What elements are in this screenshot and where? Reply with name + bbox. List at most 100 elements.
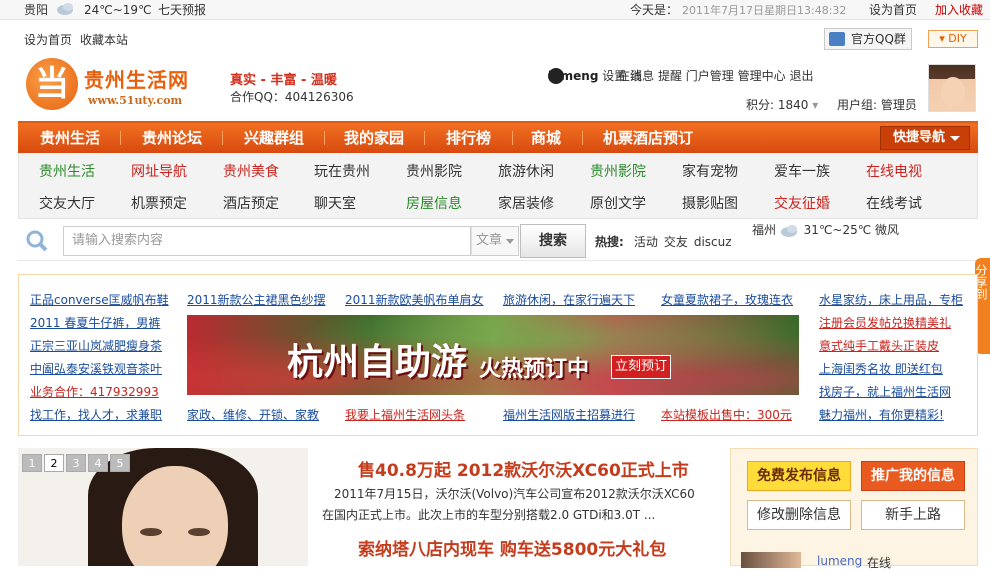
ad-link[interactable]: 女童夏款裙子，玫瑰连衣 <box>661 291 793 308</box>
hot-item[interactable]: 交友 <box>664 235 688 249</box>
slider-page-button[interactable]: 2 <box>44 454 64 472</box>
portal-admin-link[interactable]: 门户管理 <box>686 69 734 83</box>
news-headline[interactable]: 售40.8万起 2012款沃尔沃XC60正式上市 <box>358 456 689 481</box>
subnav-item[interactable]: 贵州影院 <box>406 161 462 181</box>
slider-page-button[interactable]: 1 <box>22 454 42 472</box>
action-panel: 免费发布信息 推广我的信息 修改删除信息 新手上路 lumeng 在线 <box>730 448 978 570</box>
subnav-item[interactable]: 机票预定 <box>131 193 187 213</box>
ad-link[interactable]: 正品converse匡威帆布鞋 <box>30 291 169 308</box>
user-group-link[interactable]: 用户组: 管理员 <box>837 96 917 113</box>
site-logo[interactable]: 当 贵州生活网 www.51uty.com <box>24 54 218 114</box>
slider-pager: 12345 <box>22 454 132 472</box>
logout-link[interactable]: 退出 <box>789 69 813 83</box>
quick-nav-label: 快捷导航 <box>893 130 946 145</box>
ad-link[interactable]: 我要上福州生活网头条 <box>345 406 465 423</box>
ad-link[interactable]: 旅游休闲，在家行遍天下 <box>503 291 635 308</box>
newbie-guide-button[interactable]: 新手上路 <box>861 500 965 530</box>
chevron-down-icon <box>950 136 960 141</box>
news-headline-2[interactable]: 索纳塔八店内现车 购车送5800元大礼包 <box>358 535 666 560</box>
weather-widget: 福州 31℃~25℃ 微风 <box>752 221 899 238</box>
nav-item-booking[interactable]: 机票酒店预订 <box>603 123 693 153</box>
nav-item-life[interactable]: 贵州生活 <box>40 123 100 153</box>
hot-item[interactable]: 活动 <box>634 235 658 249</box>
set-home-link[interactable]: 设为首页 <box>869 1 917 19</box>
hot-item[interactable]: discuz <box>694 235 732 249</box>
ad-link[interactable]: 2011新款欧美帆布单肩女 <box>345 291 484 308</box>
points-dropdown[interactable]: 积分: 1840 ▾ <box>746 96 818 113</box>
news-summary: 2011年7月15日，沃尔沃(Volvo)汽车公司宣布2012款沃尔沃XC60在… <box>322 487 695 522</box>
hot-searches: 热搜: 活动 交友 discuz <box>595 233 738 250</box>
search-button[interactable]: 搜索 <box>520 224 586 258</box>
ad-link[interactable]: 意式纯手工戴头正装皮 <box>819 337 939 354</box>
user-toolbar: lumeng 在线 设置 消息 提醒 门户管理 管理中心 退出 <box>548 67 814 85</box>
search-type-select[interactable]: 文章 <box>471 226 519 256</box>
admin-center-link[interactable]: 管理中心 <box>738 69 786 83</box>
subnav-item[interactable]: 玩在贵州 <box>314 161 370 181</box>
ad-link[interactable]: 2011 春夏牛仔裤，男裤 <box>30 314 160 331</box>
subnav-item[interactable]: 在线电视 <box>866 161 922 181</box>
ad-link[interactable]: 水星家纺，床上用品，专柜 <box>819 291 963 308</box>
ad-link[interactable]: 上海闺秀名妆 即送红包 <box>819 360 943 377</box>
diy-button[interactable]: ▾ DIY <box>928 30 978 48</box>
avatar[interactable] <box>928 64 976 112</box>
subnav-item[interactable]: 在线考试 <box>866 193 922 213</box>
subnav-item[interactable]: 酒店预定 <box>223 193 279 213</box>
ad-link[interactable]: 正宗三亚山岚减肥瘦身茶 <box>30 337 162 354</box>
diy-label: DIY <box>948 32 967 45</box>
subnav-item[interactable]: 房屋信息 <box>406 193 462 213</box>
subnav-item[interactable]: 摄影贴图 <box>682 193 738 213</box>
search-icon <box>26 230 48 252</box>
ad-link[interactable]: 找房子，就上福州生活网 <box>819 383 951 400</box>
slider-page-button[interactable]: 5 <box>110 454 130 472</box>
publish-button[interactable]: 免费发布信息 <box>747 461 851 491</box>
cloud-icon <box>780 224 797 237</box>
subnav-item[interactable]: 贵州影院 <box>590 161 646 181</box>
quick-nav-button[interactable]: 快捷导航 <box>880 126 970 150</box>
nav-item-forum[interactable]: 贵州论坛 <box>142 123 202 153</box>
slider-page-button[interactable]: 4 <box>88 454 108 472</box>
subnav-item[interactable]: 旅游休闲 <box>498 161 554 181</box>
cloud-icon <box>57 3 73 15</box>
subnav-item[interactable]: 聊天室 <box>314 193 356 213</box>
ad-link[interactable]: 2011新款公主裙黑色纱摆 <box>187 291 326 308</box>
subnav-item[interactable]: 爱车一族 <box>774 161 830 181</box>
subnav-item[interactable]: 网址导航 <box>131 161 187 181</box>
ad-link[interactable]: 家政、维修、开锁、家教 <box>187 406 319 423</box>
travel-banner[interactable]: 杭州自助游 火热预订中 立刻预订 <box>187 315 799 395</box>
search-type-label: 文章 <box>476 233 503 248</box>
add-favorite-link[interactable]: 加入收藏 <box>935 1 983 19</box>
nav-item-ranking[interactable]: 排行榜 <box>446 123 491 153</box>
secondary-bar: 设为首页 收藏本站 官方QQ群 ▾ DIY <box>0 20 990 52</box>
nav-item-home[interactable]: 我的家园 <box>344 123 404 153</box>
subnav-item[interactable]: 家有宠物 <box>682 161 738 181</box>
online-status: 在线 <box>618 69 643 83</box>
ad-link[interactable]: 本站模板出售中：300元 <box>661 406 792 423</box>
promote-button[interactable]: 推广我的信息 <box>861 461 965 491</box>
ad-link[interactable]: 福州生活网版主招募进行 <box>503 406 635 423</box>
reminders-link[interactable]: 提醒 <box>658 69 682 83</box>
subnav-item[interactable]: 交友大厅 <box>39 193 95 213</box>
slider-page-button[interactable]: 3 <box>66 454 86 472</box>
search-input[interactable]: 请输入搜索内容 <box>63 226 471 256</box>
ad-link[interactable]: 中阖弘泰安溪铁观音茶叶 <box>30 360 162 377</box>
banner-cta[interactable]: 立刻预订 <box>611 355 671 379</box>
ad-link[interactable]: 业务合作：417932993 <box>30 383 159 400</box>
ad-link[interactable]: 找工作，找人才，求兼职 <box>30 406 162 423</box>
ad-link[interactable]: 魅力福州，有你更精彩! <box>819 406 944 423</box>
city-label: 贵阳 <box>24 3 49 17</box>
subnav-item[interactable]: 贵州生活 <box>39 161 95 181</box>
bookmark-link[interactable]: 收藏本站 <box>80 31 128 48</box>
qq-group-label: 官方QQ群 <box>851 32 906 46</box>
nav-item-mall[interactable]: 商城 <box>531 123 561 153</box>
subnav-item[interactable]: 交友征婚 <box>774 193 830 213</box>
nav-item-groups[interactable]: 兴趣群组 <box>244 123 304 153</box>
subnav-item[interactable]: 原创文学 <box>590 193 646 213</box>
subnav-item[interactable]: 贵州美食 <box>223 161 279 181</box>
forecast-link[interactable]: 七天预报 <box>158 1 206 19</box>
ad-link[interactable]: 注册会员发帖兑换精美礼 <box>819 314 951 331</box>
logo-mark: 当 <box>26 58 78 110</box>
subnav-item[interactable]: 家居装修 <box>498 193 554 213</box>
set-homepage-link[interactable]: 设为首页 <box>24 31 72 48</box>
qq-group-button[interactable]: 官方QQ群 <box>824 28 912 50</box>
edit-info-button[interactable]: 修改删除信息 <box>747 500 851 530</box>
